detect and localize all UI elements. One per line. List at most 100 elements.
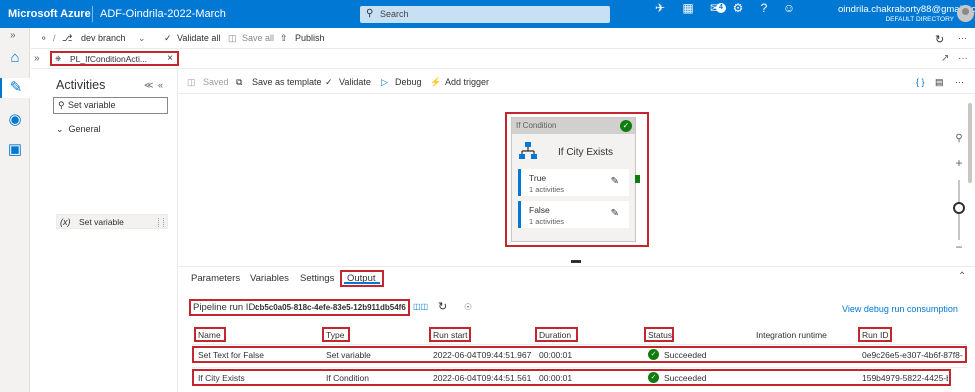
home-icon[interactable]: ⌂ (5, 48, 25, 68)
copy-icon[interactable]: ◫◫ (413, 302, 428, 311)
user-directory: DEFAULT DIRECTORY (885, 16, 954, 23)
scrollbar-thumb[interactable] (968, 103, 972, 183)
zoom-in-icon[interactable]: + (950, 154, 968, 172)
zoom-slider-thumb[interactable] (953, 202, 965, 214)
divider (192, 367, 967, 368)
factory-name[interactable]: ADF-Oindrila-2022-March (100, 8, 226, 20)
settings-gear-icon[interactable]: ⚙ (730, 0, 746, 16)
view-debug-consumption-link[interactable]: View debug run consumption (842, 304, 958, 314)
global-search-input[interactable]: ⚲ Search (360, 6, 610, 23)
success-check-icon: ✓ (620, 120, 632, 132)
true-branch[interactable]: True 1 activities ✎ (518, 169, 629, 196)
zoom-out-icon[interactable]: − (950, 238, 968, 256)
cell-run-start: 2022-06-04T09:44:51.5610 (433, 373, 531, 383)
cell-name[interactable]: If City Exists (198, 373, 318, 383)
azure-top-bar: Microsoft Azure ADF-Oindrila-2022-March … (0, 0, 975, 28)
column-header-name[interactable]: Name (198, 330, 221, 340)
active-tab-underline (344, 282, 380, 284)
git-toolbar: ⚬ / ⎇ dev branch ⌄ ✓ Validate all ◫ Save… (31, 28, 975, 49)
column-header-status[interactable]: Status (648, 330, 672, 340)
collapse-panel-chevron-icon[interactable]: ⌃ (958, 271, 966, 282)
more-options-icon[interactable]: ··· (958, 33, 967, 43)
github-icon[interactable]: ⚬ (40, 33, 48, 44)
feedback-icon[interactable]: ☺ (781, 0, 797, 16)
cell-name[interactable]: Set Text for False (198, 350, 318, 360)
collapse-all-icon[interactable]: ≪ (144, 80, 153, 91)
save-as-template-button[interactable]: Save as template (252, 77, 322, 87)
pipeline-tab-bar: » ⎈ PL_IfConditionActi... × ↗ ··· (31, 49, 975, 69)
column-header-run-start[interactable]: Run start (433, 330, 468, 340)
success-output-handle[interactable] (635, 175, 640, 183)
save-all-button[interactable]: Save all (242, 33, 274, 43)
tab-more-options-icon[interactable]: ··· (958, 53, 968, 64)
run-id-value: cb5c0a05-818c-4efe-83e5-12b911db54f6 (255, 303, 406, 312)
tab-settings[interactable]: Settings (300, 273, 334, 284)
zoom-search-icon[interactable]: ⚲ (950, 130, 968, 148)
cell-run-id[interactable]: 159b4979-5822-4425-bab5 (862, 373, 948, 383)
column-header-type[interactable]: Type (326, 330, 344, 340)
canvas-scrollbar[interactable] (967, 95, 973, 265)
false-branch[interactable]: False 1 activities ✎ (518, 201, 629, 228)
refresh-icon[interactable]: ↻ (438, 300, 447, 313)
panel-splitter-handle[interactable] (571, 260, 581, 263)
group-general[interactable]: ⌄ General (56, 124, 101, 135)
template-icon: ⧉ (236, 77, 243, 87)
properties-icon[interactable]: ▤ (935, 77, 944, 88)
activity-header: If Condition ✓ (512, 118, 635, 134)
cell-status: Succeeded (664, 350, 707, 360)
activities-pane: Activities ≪ « ⚲ ⌄ General (x) Set varia… (48, 70, 178, 392)
column-header-run-id[interactable]: Run ID (862, 330, 888, 340)
expand-diagonal-icon[interactable]: ↗ (941, 53, 949, 64)
tab-variables[interactable]: Variables (250, 273, 289, 284)
drag-handle[interactable] (158, 218, 164, 227)
author-pencil-icon[interactable]: ✎ (0, 78, 30, 98)
variable-icon: (x) (60, 217, 71, 227)
saved-button[interactable]: Saved (203, 77, 229, 87)
user-email: oindrila.chakraborty88@gmail.com (838, 4, 975, 15)
edit-pencil-icon[interactable]: ✎ (611, 208, 619, 219)
refresh-icon[interactable]: ↻ (935, 33, 944, 46)
if-condition-icon (519, 142, 537, 159)
cell-status: Succeeded (664, 373, 707, 383)
activity-item-set-variable[interactable]: (x) Set variable (56, 214, 168, 229)
activities-search-field[interactable] (68, 100, 164, 110)
debug-button[interactable]: Debug (395, 77, 422, 87)
info-icon[interactable]: ☉ (464, 302, 472, 313)
close-tab-icon[interactable]: × (167, 53, 173, 64)
chevron-down-icon[interactable]: ⌄ (138, 33, 146, 44)
success-check-icon: ✓ (648, 372, 659, 383)
code-braces-icon[interactable]: { } (916, 77, 925, 87)
publish-button[interactable]: Publish (295, 33, 325, 43)
branch-selector[interactable]: dev branch (81, 33, 126, 43)
column-header-duration[interactable]: Duration (539, 330, 571, 340)
account-info[interactable]: oindrila.chakraborty88@gmail.com DEFAULT… (838, 4, 975, 23)
success-check-icon: ✓ (648, 349, 659, 360)
left-nav-rail: » ⌂ ✎ ◉ ▣ (0, 28, 30, 392)
collapse-pane-icon[interactable]: « (158, 80, 163, 90)
cell-run-id[interactable]: 0e9c26e5-e307-4b6f-87f8- (862, 350, 963, 360)
branch-activity-count: 1 activities (529, 185, 565, 194)
avatar[interactable] (957, 5, 974, 22)
activities-search-input[interactable]: ⚲ (53, 97, 168, 114)
validate-button[interactable]: Validate (339, 77, 371, 87)
validate-all-button[interactable]: Validate all (177, 33, 220, 43)
activity-type-label: If Condition (516, 121, 557, 130)
search-icon: ⚲ (58, 100, 65, 110)
directory-filter-icon[interactable]: ▦ (680, 0, 696, 16)
expand-factory-resources-icon[interactable]: » (34, 53, 40, 64)
pipeline-run-id: Pipeline run ID: cb5c0a05-818c-4efe-83e5… (189, 299, 410, 316)
if-condition-activity[interactable]: If Condition ✓ If City Exists True 1 act… (511, 117, 636, 242)
manage-toolbox-icon[interactable]: ▣ (5, 140, 25, 160)
edit-pencil-icon[interactable]: ✎ (611, 176, 619, 187)
help-icon[interactable]: ? (756, 0, 772, 16)
azure-brand[interactable]: Microsoft Azure (8, 8, 91, 20)
cloud-shell-icon[interactable]: ✈ (652, 0, 668, 16)
cell-duration: 00:00:01 (539, 373, 573, 383)
tab-pipeline[interactable]: ⎈ PL_IfConditionActi... × (50, 51, 179, 66)
column-header-integration-runtime[interactable]: Integration runtime (756, 330, 827, 340)
canvas-more-icon[interactable]: ··· (955, 77, 964, 87)
expand-nav-chevron-icon[interactable]: » (10, 30, 16, 41)
tab-parameters[interactable]: Parameters (191, 273, 240, 284)
add-trigger-button[interactable]: Add trigger (445, 77, 489, 87)
monitor-icon[interactable]: ◉ (5, 110, 25, 130)
